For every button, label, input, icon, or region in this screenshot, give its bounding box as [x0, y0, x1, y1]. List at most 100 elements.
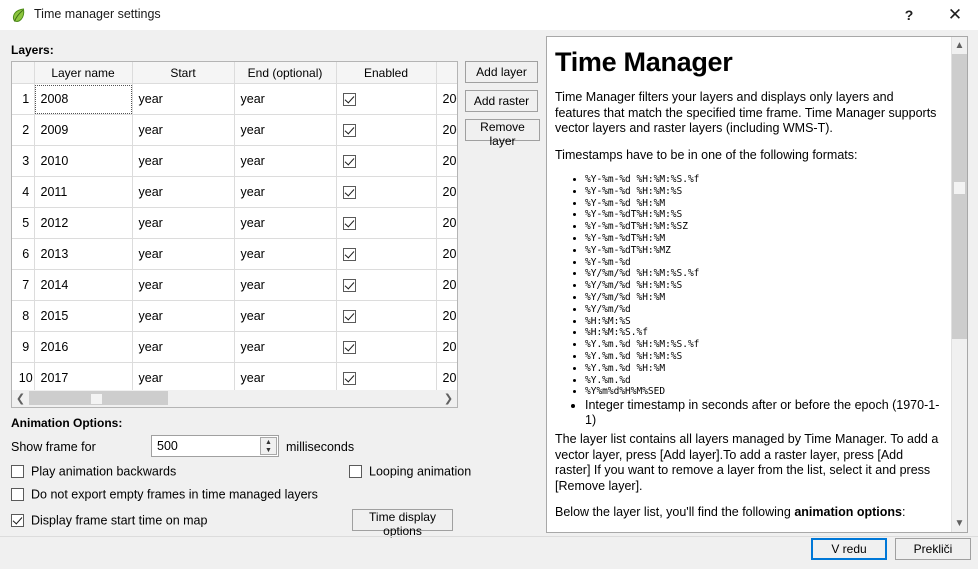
cell-start[interactable]: year — [132, 176, 235, 208]
table-header-corner[interactable] — [12, 62, 35, 84]
enabled-checkbox[interactable] — [342, 93, 356, 107]
help-vscrollbar[interactable]: ▲ ▼ — [951, 37, 967, 532]
cell-enabled[interactable] — [336, 83, 437, 115]
checkbox-box[interactable] — [11, 488, 24, 502]
cell-enabled[interactable] — [336, 145, 437, 177]
cell-extra[interactable]: 2011 — [436, 176, 457, 208]
cancel-button[interactable]: Prekliči — [895, 538, 971, 560]
column-header-extra[interactable] — [436, 62, 457, 84]
ok-button[interactable]: V redu — [811, 538, 887, 560]
table-row[interactable]: 9 2016 yearyear 2016 — [12, 331, 457, 363]
cell-end[interactable]: year — [234, 300, 337, 332]
table-row[interactable]: 1 2008 yearyear 2008 — [12, 83, 457, 115]
enabled-checkbox[interactable] — [342, 310, 356, 324]
enabled-checkbox[interactable] — [342, 155, 356, 169]
no-export-empty-frames-checkbox[interactable]: Do not export empty frames in time manag… — [11, 487, 318, 502]
remove-layer-button[interactable]: Remove layer — [465, 119, 540, 148]
column-header-enabled[interactable]: Enabled — [336, 62, 437, 84]
cell-extra[interactable]: 2015 — [436, 300, 457, 332]
layers-table[interactable]: Layer name Start End (optional) Enabled … — [11, 61, 458, 408]
scroll-right-icon[interactable]: ❯ — [440, 390, 457, 406]
cell-end[interactable]: year — [234, 362, 337, 394]
cell-start[interactable]: year — [132, 238, 235, 270]
enabled-checkbox[interactable] — [342, 248, 356, 262]
cell-layer-name[interactable]: 2009 — [34, 114, 133, 146]
cell-layer-name[interactable]: 2008 — [34, 83, 133, 115]
play-animation-backwards-checkbox[interactable]: Play animation backwards — [11, 464, 176, 479]
cell-end[interactable]: year — [234, 331, 337, 363]
cell-start[interactable]: year — [132, 145, 235, 177]
add-raster-button[interactable]: Add raster — [465, 90, 538, 112]
column-header-start[interactable]: Start — [132, 62, 235, 84]
scroll-left-icon[interactable]: ❮ — [12, 390, 29, 406]
column-header-end[interactable]: End (optional) — [234, 62, 337, 84]
checkbox-box[interactable] — [11, 514, 24, 528]
hscrollbar-thumb[interactable] — [29, 391, 168, 405]
column-header-layer-name[interactable]: Layer name — [34, 62, 133, 84]
add-layer-button[interactable]: Add layer — [465, 61, 538, 83]
cell-end[interactable]: year — [234, 114, 337, 146]
enabled-checkbox[interactable] — [342, 124, 356, 138]
cell-extra[interactable]: 2013 — [436, 238, 457, 270]
table-row[interactable]: 7 2014 yearyear 2014 — [12, 269, 457, 301]
cell-start[interactable]: year — [132, 269, 235, 301]
layers-table-hscrollbar[interactable]: ❮ ❯ — [11, 390, 458, 407]
cell-enabled[interactable] — [336, 114, 437, 146]
scroll-up-icon[interactable]: ▲ — [952, 37, 967, 54]
table-row[interactable]: 8 2015 yearyear 2015 — [12, 300, 457, 332]
checkbox-box[interactable] — [11, 465, 24, 479]
enabled-checkbox[interactable] — [342, 341, 356, 355]
cell-enabled[interactable] — [336, 269, 437, 301]
checkbox-box[interactable] — [349, 465, 362, 479]
vscrollbar-thumb[interactable] — [952, 54, 967, 339]
cell-start[interactable]: year — [132, 114, 235, 146]
spin-down-icon[interactable]: ▼ — [261, 446, 276, 454]
table-row[interactable]: 6 2013 yearyear 2013 — [12, 238, 457, 270]
enabled-checkbox[interactable] — [342, 279, 356, 293]
enabled-checkbox[interactable] — [342, 186, 356, 200]
cell-extra[interactable]: 2014 — [436, 269, 457, 301]
cell-layer-name[interactable]: 2011 — [34, 176, 133, 208]
scroll-down-icon[interactable]: ▼ — [952, 515, 967, 532]
cell-extra[interactable]: 2016 — [436, 331, 457, 363]
spinbox-buttons[interactable]: ▲ ▼ — [260, 437, 277, 455]
cell-end[interactable]: year — [234, 83, 337, 115]
cell-end[interactable]: year — [234, 145, 337, 177]
cell-end[interactable]: year — [234, 269, 337, 301]
help-button[interactable]: ? — [886, 0, 932, 30]
cell-enabled[interactable] — [336, 207, 437, 239]
spin-up-icon[interactable]: ▲ — [261, 438, 276, 446]
table-row[interactable]: 4 2011 yearyear 2011 — [12, 176, 457, 208]
cell-layer-name[interactable]: 2013 — [34, 238, 133, 270]
table-row[interactable]: 3 2010 yearyear 2010 — [12, 145, 457, 177]
table-row[interactable]: 2 2009 yearyear 2009 — [12, 114, 457, 146]
cell-layer-name[interactable]: 2012 — [34, 207, 133, 239]
cell-start[interactable]: year — [132, 207, 235, 239]
cell-enabled[interactable] — [336, 176, 437, 208]
cell-start[interactable]: year — [132, 362, 235, 394]
cell-extra[interactable]: 2008 — [436, 83, 457, 115]
cell-start[interactable]: year — [132, 83, 235, 115]
time-display-options-button[interactable]: Time display options — [352, 509, 453, 538]
close-icon[interactable]: ✕ — [932, 0, 978, 30]
cell-start[interactable]: year — [132, 331, 235, 363]
cell-layer-name[interactable]: 2016 — [34, 331, 133, 363]
cell-enabled[interactable] — [336, 300, 437, 332]
cell-layer-name[interactable]: 2017 — [34, 362, 133, 394]
cell-enabled[interactable] — [336, 331, 437, 363]
enabled-checkbox[interactable] — [342, 372, 356, 386]
cell-layer-name[interactable]: 2015 — [34, 300, 133, 332]
cell-layer-name[interactable]: 2014 — [34, 269, 133, 301]
display-frame-start-time-checkbox[interactable]: Display frame start time on map — [11, 513, 207, 528]
cell-extra[interactable]: 2012 — [436, 207, 457, 239]
cell-end[interactable]: year — [234, 238, 337, 270]
cell-end[interactable]: year — [234, 207, 337, 239]
show-frame-spinbox[interactable]: 500 ▲ ▼ — [151, 435, 279, 457]
cell-start[interactable]: year — [132, 300, 235, 332]
table-row[interactable]: 10 2017 yearyear 2017 — [12, 362, 457, 394]
cell-extra[interactable]: 2010 — [436, 145, 457, 177]
cell-enabled[interactable] — [336, 238, 437, 270]
cell-extra[interactable]: 2009 — [436, 114, 457, 146]
table-row[interactable]: 5 2012 yearyear 2012 — [12, 207, 457, 239]
cell-extra[interactable]: 2017 — [436, 362, 457, 394]
